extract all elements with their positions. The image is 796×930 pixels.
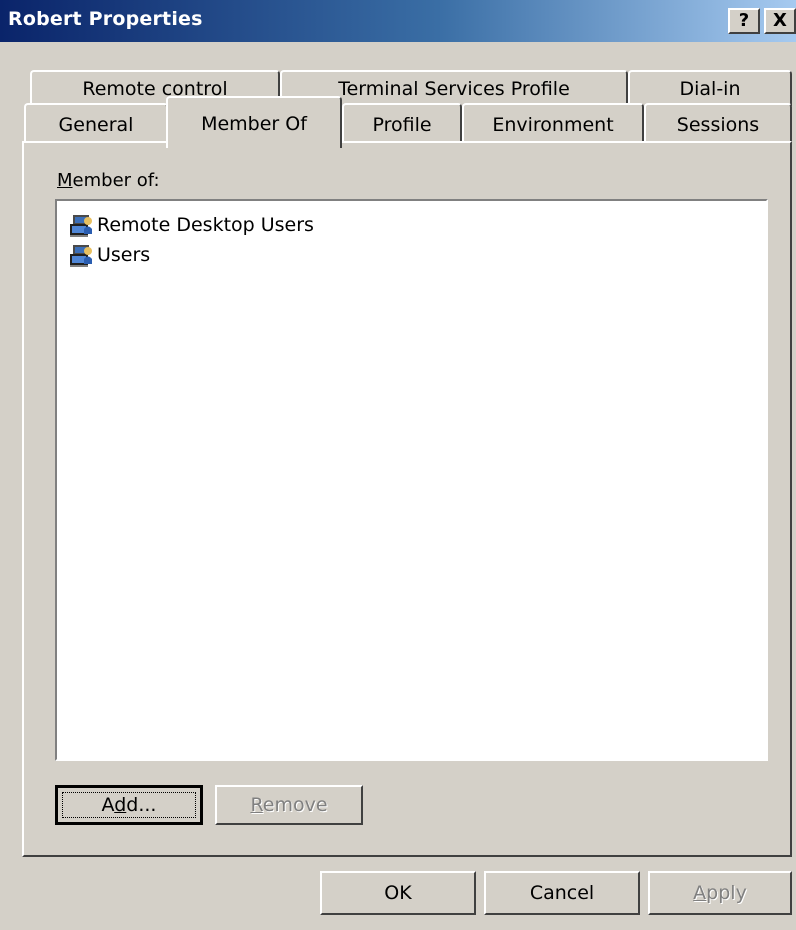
member-of-list[interactable]: Remote Desktop Users Users xyxy=(55,199,768,761)
focus-rect xyxy=(62,792,196,818)
tab-label: General xyxy=(58,114,134,136)
tab-profile[interactable]: Profile xyxy=(342,103,462,143)
cancel-button[interactable]: Cancel xyxy=(484,871,640,915)
tab-label: Member Of xyxy=(201,113,307,135)
tab-label: Dial-in xyxy=(679,78,741,100)
tab-general[interactable]: General xyxy=(24,103,168,143)
label-part: OK xyxy=(384,882,412,904)
label-part: pply xyxy=(706,882,747,904)
accel-key: R xyxy=(250,794,263,816)
close-icon: X xyxy=(773,10,787,31)
tab-dial-in[interactable]: Dial-in xyxy=(628,70,792,106)
list-item[interactable]: Users xyxy=(67,241,150,269)
group-name: Remote Desktop Users xyxy=(97,214,314,236)
list-item[interactable]: Remote Desktop Users xyxy=(67,211,314,239)
member-of-label: Member of: xyxy=(57,170,160,191)
ok-button[interactable]: OK xyxy=(320,871,476,915)
accel-key: A xyxy=(693,882,707,904)
tab-environment[interactable]: Environment xyxy=(462,103,644,143)
label-part: emove xyxy=(262,794,328,816)
window-title: Robert Properties xyxy=(8,8,203,30)
help-button[interactable]: ? xyxy=(728,8,760,34)
tab-label: Environment xyxy=(492,114,614,136)
group-icon xyxy=(70,245,92,267)
label-part: Cancel xyxy=(529,882,595,904)
add-button[interactable]: Add... xyxy=(55,785,203,825)
remove-button[interactable]: Remove xyxy=(215,785,363,825)
help-icon: ? xyxy=(738,10,750,31)
tab-label: Profile xyxy=(372,114,432,136)
tab-label: Terminal Services Profile xyxy=(338,78,570,100)
apply-button[interactable]: Apply xyxy=(648,871,792,915)
tab-sessions[interactable]: Sessions xyxy=(644,103,792,143)
title-bar[interactable]: Robert Properties ? X xyxy=(0,0,796,42)
label-text: ember of: xyxy=(72,170,160,191)
accel-key: M xyxy=(57,170,73,191)
tab-label: Sessions xyxy=(676,114,760,136)
group-name: Users xyxy=(97,244,151,266)
tab-member-of[interactable]: Member Of xyxy=(166,96,342,148)
close-button[interactable]: X xyxy=(764,8,796,34)
group-icon xyxy=(70,215,92,237)
